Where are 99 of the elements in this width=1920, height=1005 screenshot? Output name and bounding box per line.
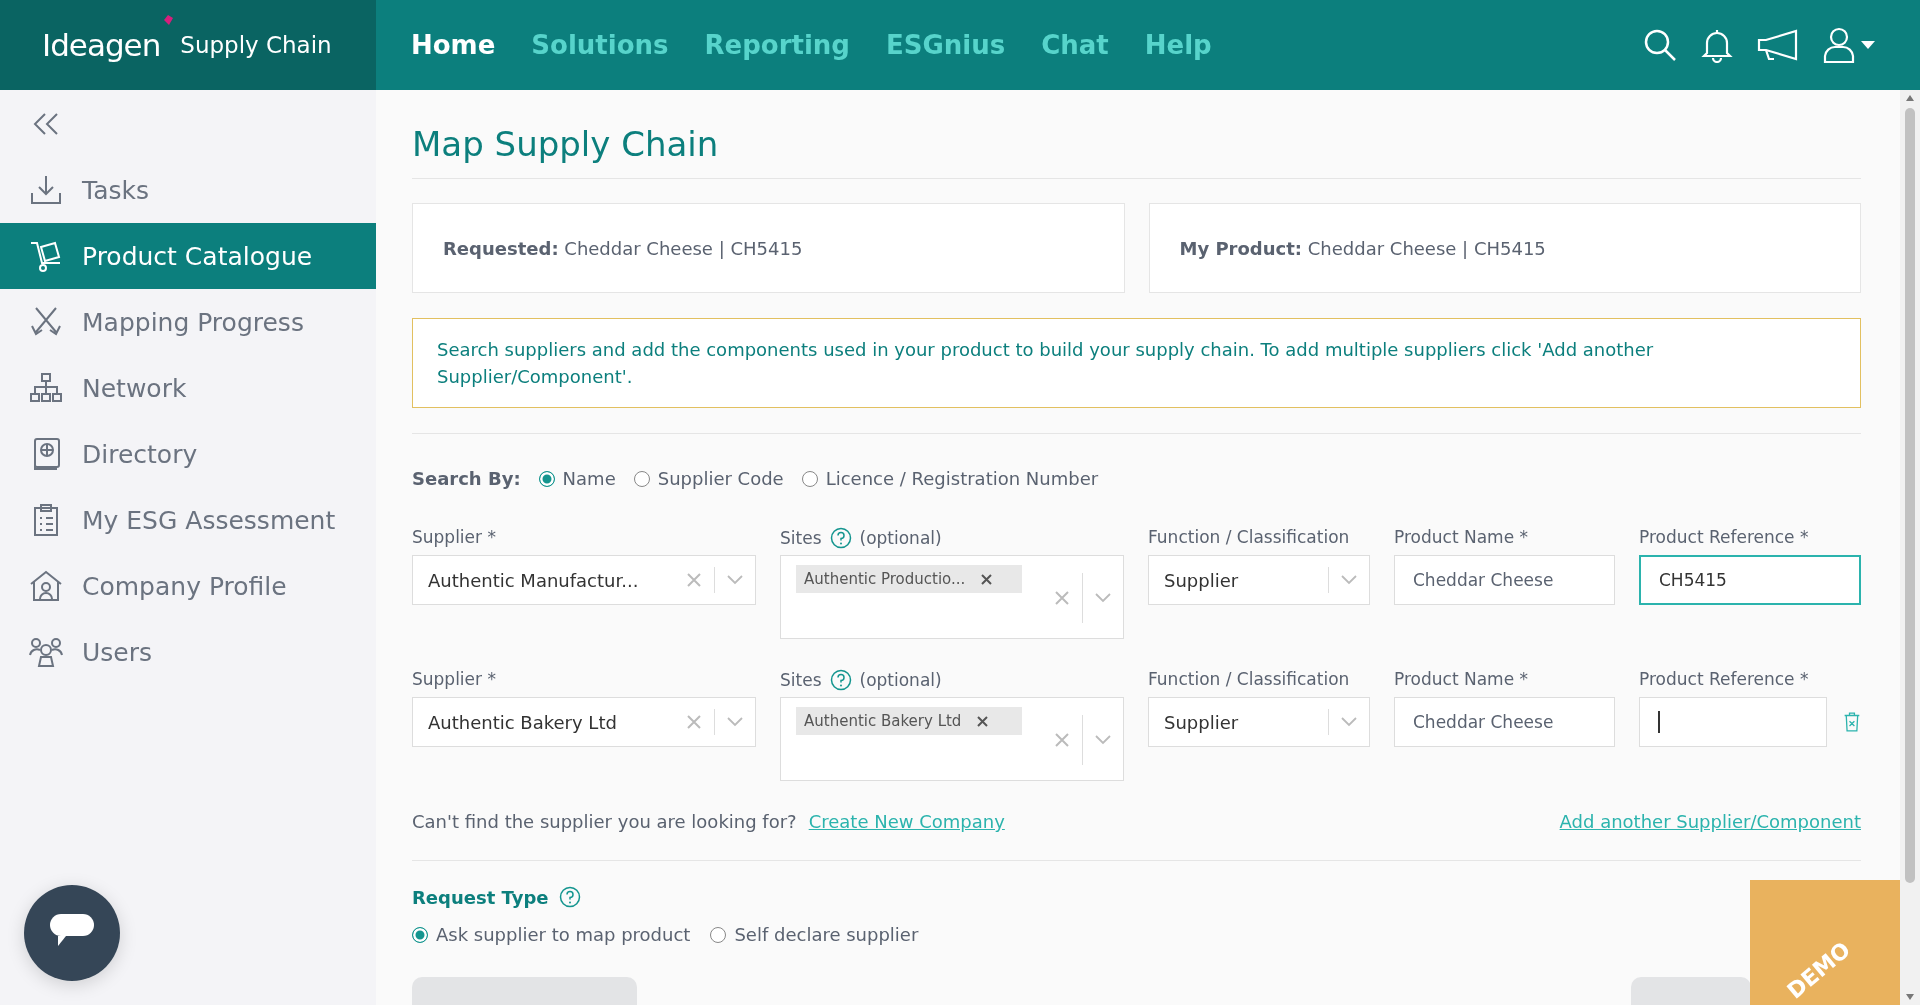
radio-option[interactable]: Supplier Code [633,468,784,489]
scroll-up-icon[interactable] [1905,94,1915,102]
sidebar-item[interactable]: Network [0,355,376,421]
brand-product: Supply Chain [180,32,332,58]
logo-mark-icon [162,14,175,26]
product-reference-field[interactable]: CH5415 [1639,555,1861,605]
nav-link[interactable]: Solutions [531,30,669,60]
nav-link[interactable]: Chat [1041,30,1109,60]
summary-text: My Product: Cheddar Cheese | CH5415 [1179,237,1546,259]
sidebar-label: Users [82,637,152,667]
help-icon[interactable] [829,669,852,691]
sidebar-label: Network [82,373,187,403]
remove-tag-icon[interactable] [977,715,989,727]
sidebar-label: Product Catalogue [82,241,313,271]
field-label: Product Name * [1394,527,1529,547]
megaphone-icon[interactable] [1756,28,1800,62]
nav-item-icon [28,569,64,603]
sites-select[interactable]: Authentic Productio... [780,555,1124,639]
create-company-link[interactable]: Create New Company [808,811,1005,832]
help-icon[interactable] [829,527,852,549]
product-name-field[interactable]: Cheddar Cheese [1394,697,1615,747]
sidebar-label: My ESG Assessment [82,505,336,535]
radio-button[interactable] [538,470,555,487]
sidebar-item[interactable]: Product Catalogue [0,223,376,289]
user-menu[interactable] [1822,26,1876,64]
sidebar-label: Tasks [82,175,149,205]
chevron-down-icon[interactable] [1095,592,1111,603]
radio-option[interactable]: Name [538,468,616,489]
remove-tag-icon[interactable] [981,573,993,585]
nav-link[interactable]: ESGnius [886,30,1006,60]
sidebar-label: Mapping Progress [82,307,304,337]
radio-button[interactable] [412,926,428,943]
sidebar-label: Directory [82,439,198,469]
radio-button[interactable] [801,470,818,487]
chevron-down-icon[interactable] [1095,734,1111,745]
scrollbar[interactable] [1900,90,1920,1005]
search-icon[interactable] [1642,27,1678,63]
field-label: Sites [780,528,822,548]
clear-icon[interactable] [686,714,702,730]
radio-button[interactable] [633,470,650,487]
sidebar-item[interactable]: Directory [0,421,376,487]
user-icon [1822,26,1856,64]
nav-link[interactable]: Home [411,30,496,60]
radio-button[interactable] [710,926,727,943]
help-icon[interactable] [558,886,581,908]
tag-label: Authentic Bakery Ltd [804,712,962,730]
product-name-field[interactable]: Cheddar Cheese [1394,555,1615,605]
sidebar-item[interactable]: Company Profile [0,553,376,619]
function-select[interactable]: Supplier [1148,697,1370,747]
sites-select[interactable]: Authentic Bakery Ltd [780,697,1124,781]
summary-text: Requested: Cheddar Cheese | CH5415 [443,237,803,259]
field-label: Sites [780,670,822,690]
section-heading: Request Type [412,886,549,908]
chevron-down-icon[interactable] [727,575,743,585]
page-title: Map Supply Chain [412,90,1861,179]
company-select[interactable]: Authentic Bakery Ltd [412,697,756,747]
field-label: Product Name * [1394,669,1529,689]
sidebar-item[interactable]: Tasks [0,157,376,223]
nav-link[interactable]: Help [1144,30,1212,60]
chevron-down-icon[interactable] [1341,575,1357,585]
field-label: Supplier * [412,527,497,547]
field-label: Product Reference * [1639,669,1810,689]
bell-icon[interactable] [1700,27,1734,63]
help-text: Can't find the supplier you are looking for? [412,811,797,832]
sidebar-label: Company Profile [82,571,287,601]
clear-icon[interactable] [1054,589,1070,606]
field-label: Function / Classification [1148,527,1351,547]
scroll-thumb[interactable] [1905,108,1915,883]
field-label: Function / Classification [1148,669,1351,689]
field-hint: (optional) [859,528,942,548]
radio-label: Name [562,468,616,489]
sidebar-item[interactable]: My ESG Assessment [0,487,376,553]
sidebar-item[interactable]: Mapping Progress [0,289,376,355]
delete-icon[interactable] [1843,709,1861,735]
brand-name: Ideagen [42,27,161,63]
nav-item-icon [28,173,64,207]
notice-text: Search suppliers and add the components used in your product to build your supply chain. To add multiple suppliers click 'Add another Supplier/Component'. [437,339,1654,387]
function-select[interactable]: Supplier [1148,555,1370,605]
field-hint: (optional) [859,670,942,690]
search-by-label: Search By: [412,468,521,489]
nav-item-icon [28,371,64,405]
chevron-down-icon[interactable] [727,717,743,727]
clear-icon[interactable] [686,572,702,588]
collapse-icon[interactable] [32,111,60,137]
radio-label: Supplier Code [657,468,784,489]
tag-label: Authentic Productio... [804,570,966,588]
company-select[interactable]: Authentic Manufactur... [412,555,756,605]
sidebar-item[interactable]: Users [0,619,376,685]
caret-icon [1860,40,1876,50]
product-reference-field[interactable] [1639,697,1828,747]
chevron-down-icon[interactable] [1341,717,1357,727]
nav-item-icon [28,635,64,669]
add-supplier-link[interactable]: Add another Supplier/Component [1559,811,1861,832]
field-label: Supplier * [412,669,497,689]
brand-logo[interactable]: Ideagen Supply Chain [0,0,376,90]
scroll-down-icon[interactable] [1905,993,1915,1001]
clear-icon[interactable] [1054,731,1070,748]
field-label: Product Reference * [1639,527,1810,547]
nav-link[interactable]: Reporting [704,30,850,60]
